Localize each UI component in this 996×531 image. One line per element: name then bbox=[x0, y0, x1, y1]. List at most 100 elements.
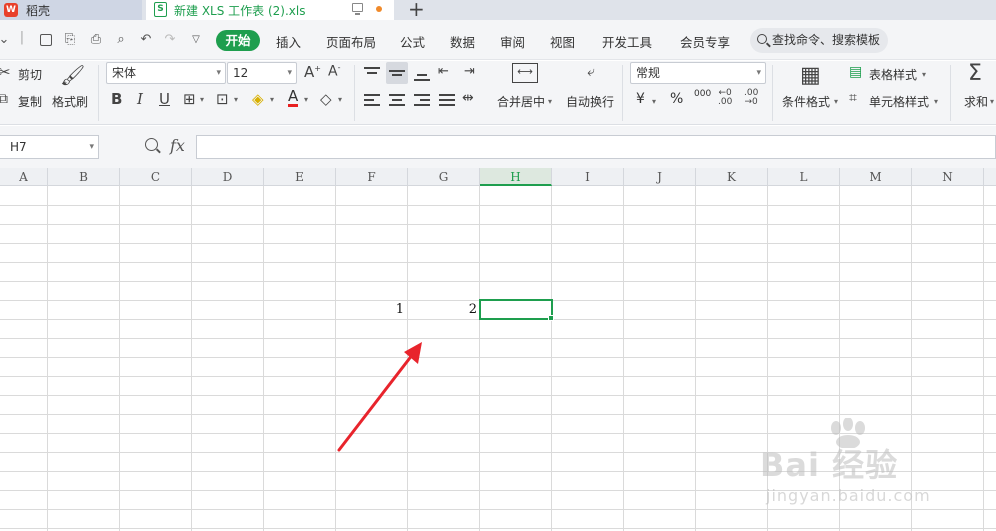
font-name-select[interactable]: 宋体 ▾ bbox=[106, 62, 226, 84]
spreadsheet-grid[interactable]: A B C D E F G H I J K L M N 1 2 Bai 经验 j… bbox=[0, 168, 996, 531]
formula-input[interactable] bbox=[196, 135, 996, 159]
merge-center-icon[interactable]: ⟷ bbox=[512, 63, 538, 83]
column-header-m[interactable]: M bbox=[840, 168, 912, 186]
number-format-select[interactable]: 常规 ▾ bbox=[630, 62, 766, 84]
font-size-select[interactable]: 12 ▾ bbox=[227, 62, 297, 84]
zoom-icon[interactable] bbox=[145, 138, 158, 151]
column-header-d[interactable]: D bbox=[192, 168, 264, 186]
copy-icon[interactable]: ⧉ bbox=[0, 91, 8, 107]
new-tab-button[interactable]: + bbox=[408, 0, 425, 21]
column-header-k[interactable]: K bbox=[696, 168, 768, 186]
sum-icon[interactable]: Σ bbox=[968, 61, 982, 86]
align-middle-button[interactable] bbox=[386, 62, 408, 84]
scissors-icon[interactable]: ✂ bbox=[0, 63, 11, 81]
menu-review[interactable]: 审阅 bbox=[500, 32, 525, 51]
justify-button[interactable] bbox=[439, 93, 455, 107]
menu-formulas[interactable]: 公式 bbox=[400, 32, 425, 51]
copy-button[interactable]: 复制 bbox=[18, 93, 42, 110]
cut-button[interactable]: 剪切 bbox=[18, 66, 42, 83]
align-center-button[interactable] bbox=[389, 93, 405, 107]
tab-spreadsheet-file[interactable]: S 新建 XLS 工作表 (2).xls bbox=[146, 0, 394, 20]
selected-cell-h7[interactable] bbox=[479, 299, 553, 320]
tab-daoke[interactable]: W 稻壳 bbox=[0, 0, 142, 20]
menu-member[interactable]: 会员专享 bbox=[680, 32, 730, 51]
customize-toolbar-icon[interactable]: ▽ bbox=[188, 32, 204, 48]
command-search-input[interactable]: 查找命令、搜索模板 bbox=[750, 28, 888, 53]
fill-pattern-icon[interactable]: ⊡ bbox=[216, 90, 229, 108]
print-icon[interactable]: ⎙ bbox=[88, 32, 104, 48]
decrease-decimal-icon[interactable]: .00 →0 bbox=[744, 89, 758, 107]
align-top-button[interactable] bbox=[364, 65, 380, 81]
undo-icon[interactable]: ↶ bbox=[138, 32, 154, 48]
sum-button[interactable]: 求和 bbox=[964, 93, 988, 110]
column-header-l[interactable]: L bbox=[768, 168, 840, 186]
table-style-button[interactable]: 表格样式 bbox=[869, 66, 917, 83]
chevron-down-icon[interactable]: ▾ bbox=[548, 97, 552, 106]
cell-f7[interactable]: 1 bbox=[336, 302, 404, 317]
italic-icon[interactable]: I bbox=[137, 90, 143, 108]
column-header-f[interactable]: F bbox=[336, 168, 408, 186]
increase-decimal-icon[interactable]: ←0.00 bbox=[718, 89, 732, 107]
chevron-down-icon[interactable]: ▾ bbox=[990, 97, 994, 106]
column-header-n[interactable]: N bbox=[912, 168, 984, 186]
menu-insert[interactable]: 插入 bbox=[276, 32, 301, 51]
chevron-down-icon[interactable]: ⌄ bbox=[0, 32, 12, 48]
chevron-down-icon[interactable]: ▾ bbox=[834, 97, 838, 106]
increase-font-icon[interactable]: A+ bbox=[304, 63, 321, 81]
menu-start[interactable]: 开始 bbox=[216, 30, 260, 51]
column-header-g[interactable]: G bbox=[408, 168, 480, 186]
wrap-text-icon[interactable]: ⤶ bbox=[578, 63, 604, 83]
decrease-font-icon[interactable]: A- bbox=[328, 63, 340, 80]
chevron-down-icon[interactable]: ▾ bbox=[934, 97, 938, 106]
column-header-a[interactable]: A bbox=[0, 168, 48, 186]
chevron-down-icon[interactable]: ▾ bbox=[304, 95, 308, 104]
menu-developer-tools[interactable]: 开发工具 bbox=[602, 32, 652, 51]
align-right-button[interactable] bbox=[414, 93, 430, 107]
distribute-icon[interactable]: ⇹ bbox=[462, 90, 474, 106]
format-painter-button[interactable]: 格式刷 bbox=[52, 93, 88, 110]
chevron-down-icon[interactable]: ▾ bbox=[338, 95, 342, 104]
cell-style-button[interactable]: 单元格样式 bbox=[869, 93, 929, 110]
menu-page-layout[interactable]: 页面布局 bbox=[326, 32, 376, 51]
menu-data[interactable]: 数据 bbox=[450, 32, 475, 51]
chevron-down-icon[interactable]: ▾ bbox=[234, 95, 238, 104]
column-header-b[interactable]: B bbox=[48, 168, 120, 186]
menu-view[interactable]: 视图 bbox=[550, 32, 575, 51]
bold-icon[interactable]: B bbox=[111, 90, 122, 108]
column-header-j[interactable]: J bbox=[624, 168, 696, 186]
align-bottom-button[interactable] bbox=[414, 65, 430, 81]
fill-handle[interactable] bbox=[548, 315, 554, 321]
underline-icon[interactable]: U bbox=[159, 90, 170, 108]
wrap-text-button[interactable]: 自动换行 bbox=[566, 93, 614, 110]
chevron-down-icon[interactable]: ▾ bbox=[922, 70, 926, 79]
monitor-icon[interactable] bbox=[352, 3, 363, 15]
save-icon[interactable] bbox=[40, 34, 52, 46]
column-header-h[interactable]: H bbox=[480, 168, 552, 186]
align-left-button[interactable] bbox=[364, 93, 380, 107]
merge-center-button[interactable]: 合并居中 bbox=[497, 93, 545, 110]
conditional-format-button[interactable]: 条件格式 bbox=[782, 93, 830, 110]
eraser-icon[interactable]: ◇ bbox=[320, 90, 332, 108]
column-header-i[interactable]: I bbox=[552, 168, 624, 186]
format-painter-icon[interactable]: 🖌 bbox=[60, 63, 85, 87]
fill-color-icon[interactable]: ◈ bbox=[252, 90, 264, 108]
increase-indent-icon[interactable]: ⇥ bbox=[464, 64, 475, 79]
export-pdf-icon[interactable]: ⎘ bbox=[62, 32, 78, 48]
function-icon[interactable]: fx bbox=[170, 136, 185, 155]
chevron-down-icon[interactable]: ▾ bbox=[270, 95, 274, 104]
border-icon[interactable]: ⊞ bbox=[183, 90, 196, 108]
chevron-down-icon[interactable]: ▾ bbox=[652, 97, 656, 106]
column-header-c[interactable]: C bbox=[120, 168, 192, 186]
column-header-e[interactable]: E bbox=[264, 168, 336, 186]
currency-button[interactable]: ¥ bbox=[636, 91, 645, 107]
cell-g7[interactable]: 2 bbox=[408, 302, 477, 317]
decrease-indent-icon[interactable]: ⇤ bbox=[438, 64, 449, 79]
redo-icon[interactable]: ↷ bbox=[162, 32, 178, 48]
font-color-icon[interactable]: A bbox=[288, 89, 299, 107]
thousands-separator-button[interactable]: 000 bbox=[694, 89, 711, 99]
percent-button[interactable]: % bbox=[670, 91, 683, 107]
table-style-icon[interactable]: ▤ bbox=[849, 64, 862, 80]
name-box[interactable]: H7 ▾ bbox=[0, 135, 99, 159]
chevron-down-icon[interactable]: ▾ bbox=[200, 95, 204, 104]
cell-style-icon[interactable]: ⌗ bbox=[849, 90, 857, 106]
